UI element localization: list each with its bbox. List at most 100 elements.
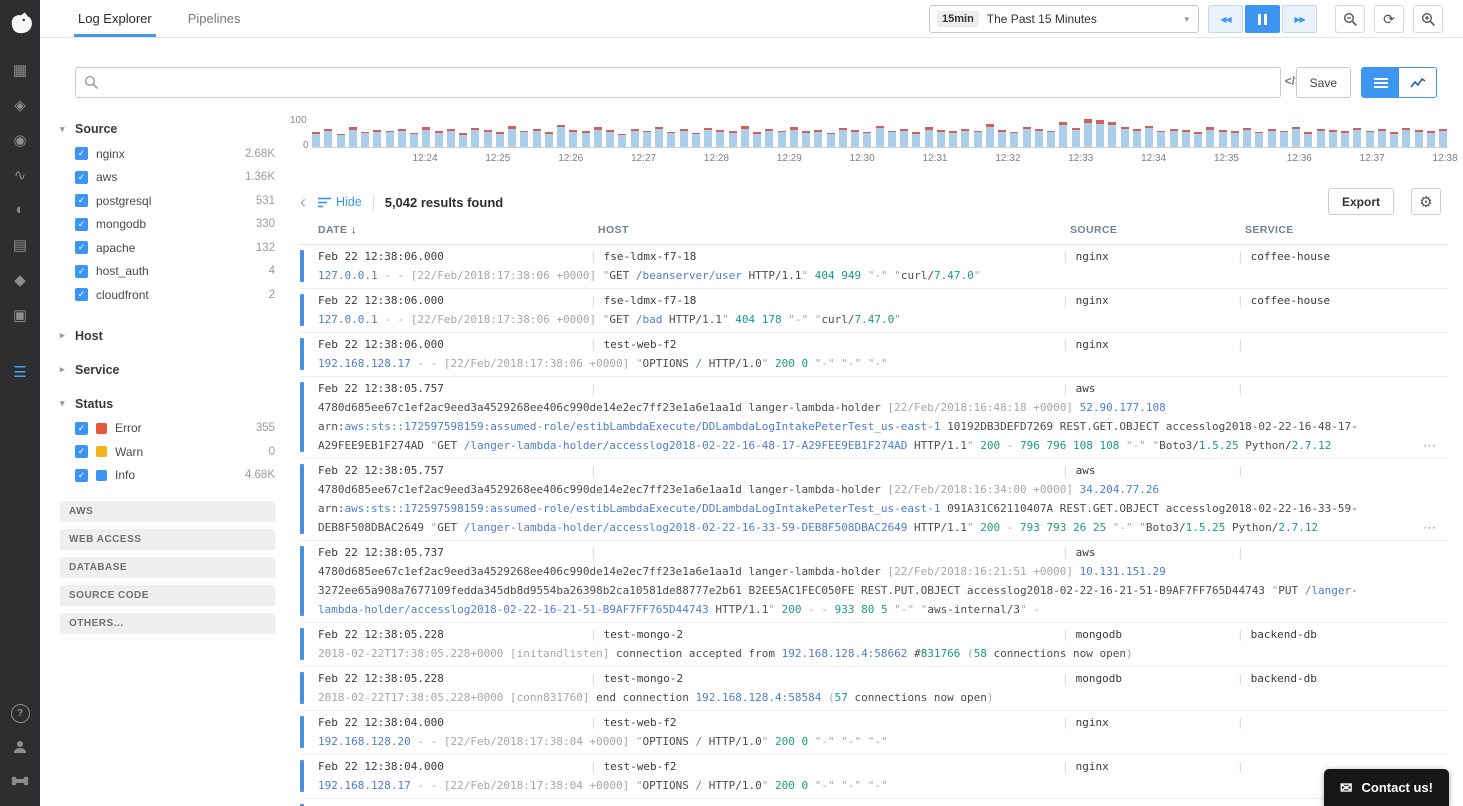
rewind-button[interactable]: ◀◀ bbox=[1208, 5, 1243, 33]
cell-text: backend-db bbox=[1250, 628, 1317, 641]
log-row[interactable]: Feb 22 12:38:06.000 | fse-ldmx-f7-18 | nginx… bbox=[300, 289, 1448, 333]
log-row[interactable]: Feb 22 12:38:04.000 | test-web-f2 | nginx | 19… bbox=[300, 711, 1448, 755]
facet-group-database[interactable]: DATABASE bbox=[60, 557, 275, 578]
checkbox-checked-icon[interactable]: ✓ bbox=[75, 288, 88, 302]
log-row[interactable]: Feb 22 12:38:02.000|test-web-f2|nginx|19… bbox=[300, 799, 1448, 806]
pause-button[interactable] bbox=[1245, 5, 1280, 33]
datadog-logo[interactable] bbox=[0, 0, 40, 46]
column-header-date[interactable]: DATE ↓ bbox=[318, 224, 357, 236]
checkbox-checked-icon[interactable]: ✓ bbox=[75, 147, 88, 161]
refresh-button[interactable]: ⟳ bbox=[1374, 5, 1404, 33]
log-date: Feb 22 12:38:05.228 bbox=[318, 628, 444, 641]
checkbox-checked-icon[interactable]: ✓ bbox=[75, 445, 88, 459]
feedback-button[interactable] bbox=[0, 764, 40, 798]
nav-icon-list: ▦ ◈ ◉ ∿ ◐ ▤ ◆ ▣ ☰ bbox=[0, 52, 40, 389]
column-header-source[interactable]: SOURCE bbox=[1070, 224, 1117, 236]
log-row-body: Feb 22 12:38:04.000 | test-web-f2 | nginx | 19… bbox=[318, 713, 1448, 751]
checkbox-checked-icon[interactable]: ✓ bbox=[75, 170, 88, 184]
facet-item-host_auth[interactable]: ✓ host_auth 4 bbox=[60, 260, 275, 284]
dashboards-icon[interactable]: ▦ bbox=[0, 52, 40, 87]
facet-item-apache[interactable]: ✓ apache 132 bbox=[60, 236, 275, 260]
help-button[interactable]: ? bbox=[0, 696, 40, 730]
tab-pipelines[interactable]: Pipelines bbox=[170, 0, 259, 37]
facet-section-host[interactable]: ▸ Host bbox=[60, 323, 275, 349]
facet-item-warn[interactable]: ✓ Warn 0 bbox=[60, 440, 275, 464]
info-segment bbox=[851, 131, 859, 147]
info-segment bbox=[1267, 131, 1276, 147]
histogram-bar bbox=[1132, 129, 1141, 147]
facet-item-info[interactable]: ✓ Info 4.68K bbox=[60, 464, 275, 488]
facet-item-mongodb[interactable]: ✓ mongodb 330 bbox=[60, 213, 275, 237]
info-segment bbox=[642, 132, 651, 147]
facet-section-service[interactable]: ▸ Service bbox=[60, 357, 275, 383]
collapse-panel-icon[interactable]: ‹ bbox=[300, 192, 306, 212]
column-header-host[interactable]: HOST bbox=[598, 224, 629, 236]
histogram-bar bbox=[1047, 130, 1055, 147]
checkbox-checked-icon[interactable]: ✓ bbox=[75, 468, 88, 482]
infrastructure-icon[interactable]: ◈ bbox=[0, 87, 40, 122]
log-row[interactable]: Feb 22 12:38:04.000 | test-web-f2 | nginx | 19… bbox=[300, 755, 1448, 799]
user-account-button[interactable] bbox=[0, 730, 40, 764]
facet-item-nginx[interactable]: ✓ nginx 2.68K bbox=[60, 142, 275, 166]
facet-count: 4 bbox=[268, 265, 275, 278]
column-separator: | bbox=[1062, 546, 1069, 559]
log-row[interactable]: Feb 22 12:38:05.757 | | aws | 4780d685ee67c1e… bbox=[300, 377, 1448, 459]
notebooks-icon[interactable]: ◆ bbox=[0, 262, 40, 297]
apm-icon[interactable]: ▤ bbox=[0, 227, 40, 262]
facet-item-postgresql[interactable]: ✓ postgresql 531 bbox=[60, 189, 275, 213]
facet-count: 2 bbox=[268, 288, 275, 301]
facet-item-cloudfront[interactable]: ✓ cloudfront 2 bbox=[60, 283, 275, 307]
zoom-out-button[interactable] bbox=[1335, 5, 1365, 33]
log-row[interactable]: Feb 22 12:38:05.228 | test-mongo-2 | mongodb… bbox=[300, 623, 1448, 667]
app-sidebar: ▦ ◈ ◉ ∿ ◐ ▤ ◆ ▣ ☰ ? bbox=[0, 0, 40, 806]
x-axis-label: 12:37 bbox=[1359, 153, 1385, 164]
log-message: DEB8F508DBAC2649 "GET /langer-lambda-hol… bbox=[318, 521, 1319, 534]
hide-facets-button[interactable]: Hide bbox=[318, 195, 362, 209]
log-row[interactable]: Feb 22 12:38:05.757 | | aws | 4780d685ee67c1e… bbox=[300, 459, 1448, 541]
histogram-plot[interactable] bbox=[312, 116, 1448, 148]
checkbox-checked-icon[interactable]: ✓ bbox=[75, 217, 88, 231]
facet-group-others-[interactable]: OTHERS... bbox=[60, 613, 275, 634]
logs-icon[interactable]: ☰ bbox=[0, 354, 40, 389]
export-button[interactable]: Export bbox=[1327, 188, 1394, 215]
facet-group-aws[interactable]: AWS bbox=[60, 501, 275, 522]
checkbox-checked-icon[interactable]: ✓ bbox=[75, 421, 88, 435]
checkbox-checked-icon[interactable]: ✓ bbox=[75, 194, 88, 208]
graph-view-button[interactable] bbox=[1399, 68, 1436, 97]
facet-item-aws[interactable]: ✓ aws 1.36K bbox=[60, 166, 275, 190]
facet-section-source[interactable]: ▾ Source bbox=[60, 116, 275, 142]
log-row[interactable]: Feb 22 12:38:05.228 | test-mongo-2 | mongodb… bbox=[300, 667, 1448, 711]
metrics-icon[interactable]: ∿ bbox=[0, 157, 40, 192]
column-header-service[interactable]: SERVICE bbox=[1245, 224, 1294, 236]
histogram-bar bbox=[324, 129, 333, 147]
containers-icon[interactable]: ▣ bbox=[0, 297, 40, 332]
time-range-selector[interactable]: 15min The Past 15 Minutes ▾ bbox=[929, 5, 1199, 33]
info-segment bbox=[483, 131, 492, 147]
monitors-icon[interactable]: ◉ bbox=[0, 122, 40, 157]
fast-forward-button[interactable]: ▶▶ bbox=[1282, 5, 1317, 33]
histogram-bar bbox=[1157, 130, 1166, 147]
contact-us-button[interactable]: ✉ Contact us! bbox=[1323, 769, 1449, 806]
facet-group-web-access[interactable]: WEB ACCESS bbox=[60, 529, 275, 550]
search-input[interactable] bbox=[75, 67, 1281, 98]
histogram-bar bbox=[1022, 126, 1031, 147]
log-row[interactable]: Feb 22 12:38:06.000 | test-web-f2 | nginx | 19… bbox=[300, 333, 1448, 377]
log-row[interactable]: Feb 22 12:38:05.737 | | aws | 4780d685ee67c1e… bbox=[300, 541, 1448, 623]
tab-log-explorer[interactable]: Log Explorer bbox=[60, 0, 170, 37]
facet-label: nginx bbox=[96, 146, 125, 161]
facet-item-error[interactable]: ✓ Error 355 bbox=[60, 417, 275, 441]
checkbox-checked-icon[interactable]: ✓ bbox=[75, 241, 88, 255]
checkbox-checked-icon[interactable]: ✓ bbox=[75, 264, 88, 278]
column-separator: | bbox=[1237, 672, 1244, 685]
log-message: 2018-02-22T17:38:05.228+0000 [initandlis… bbox=[318, 647, 1133, 660]
facet-group-source-code[interactable]: SOURCE CODE bbox=[60, 585, 275, 606]
log-service: | bbox=[1237, 461, 1448, 480]
save-button[interactable]: Save bbox=[1295, 67, 1351, 98]
settings-button[interactable]: ⚙ bbox=[1411, 188, 1441, 215]
integrations-icon[interactable]: ◐ bbox=[0, 192, 40, 227]
column-separator: | bbox=[590, 546, 597, 559]
zoom-in-button[interactable] bbox=[1413, 5, 1443, 33]
list-view-button[interactable] bbox=[1362, 68, 1399, 97]
facet-section-status[interactable]: ▾ Status bbox=[60, 391, 275, 417]
log-row[interactable]: Feb 22 12:38:06.000 | fse-ldmx-f7-18 | nginx… bbox=[300, 245, 1448, 289]
